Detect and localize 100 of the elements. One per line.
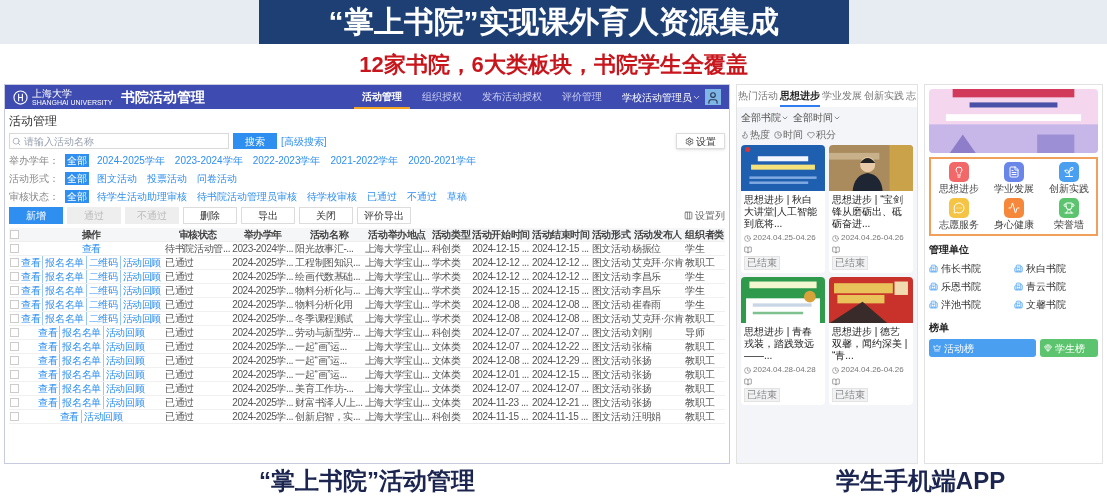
- search-field[interactable]: 请输入活动名称: [9, 133, 229, 149]
- user-menu[interactable]: 学校活动管理员: [622, 89, 701, 105]
- sort-option[interactable]: 热度: [741, 127, 770, 142]
- shortcut-button[interactable]: 思想进步: [931, 162, 986, 195]
- row-action-link[interactable]: 报名名单: [42, 312, 86, 325]
- filter-dropdown[interactable]: 全部书院: [741, 110, 789, 125]
- row-checkbox[interactable]: [10, 272, 19, 281]
- row-checkbox[interactable]: [10, 412, 19, 421]
- unit-item[interactable]: 泮池书院: [929, 297, 1014, 312]
- toolbar-button[interactable]: 关闭: [299, 207, 353, 224]
- toolbar-button[interactable]: 删除: [183, 207, 237, 224]
- filter-option[interactable]: 待学生活动助理审核: [95, 189, 189, 203]
- advanced-search-link[interactable]: [高级搜索]: [281, 133, 327, 149]
- row-action-link[interactable]: 查看: [36, 396, 60, 409]
- column-header[interactable]: 操作: [19, 228, 164, 241]
- category-tab[interactable]: 创新实践: [864, 88, 904, 107]
- unit-item[interactable]: 文馨书院: [1013, 297, 1098, 312]
- row-action-link[interactable]: 二维码: [85, 256, 120, 269]
- nav-tab[interactable]: 评价管理: [554, 85, 610, 109]
- shortcut-button[interactable]: 学业发展: [986, 162, 1041, 195]
- row-action-link[interactable]: 查看: [19, 284, 43, 297]
- row-action-link[interactable]: 报名名单: [59, 326, 103, 339]
- filter-option[interactable]: 已通过: [365, 189, 399, 203]
- shortcut-button[interactable]: 身心健康: [986, 198, 1041, 231]
- unit-item[interactable]: 青云书院: [1013, 279, 1098, 294]
- row-action-link[interactable]: 活动回顾: [102, 340, 147, 353]
- column-header[interactable]: 活动类型: [430, 228, 472, 242]
- row-checkbox[interactable]: [10, 398, 19, 407]
- filter-option[interactable]: 问卷活动: [195, 171, 239, 185]
- shortcut-button[interactable]: 创新实践: [1041, 162, 1096, 195]
- row-action-link[interactable]: 报名名单: [59, 368, 103, 381]
- activity-card[interactable]: 思想进步 | 青春戎装，踏践致远——... 2024.04.28-04.28 已结束: [741, 277, 825, 405]
- column-header[interactable]: 活动形式: [590, 228, 632, 242]
- row-action-link[interactable]: 查看: [19, 256, 43, 269]
- settings-button[interactable]: 设置: [676, 133, 725, 149]
- row-action-link[interactable]: 报名名单: [42, 284, 86, 297]
- row-action-link[interactable]: 查看: [36, 340, 60, 353]
- column-header[interactable]: 活动结束时间: [531, 228, 591, 242]
- filter-option[interactable]: 全部: [65, 153, 89, 167]
- category-tab[interactable]: 学业发展: [822, 88, 862, 107]
- row-action-link[interactable]: 活动回顾: [102, 368, 147, 381]
- category-tab[interactable]: 思想进步: [780, 88, 820, 107]
- nav-tab[interactable]: 活动管理: [354, 85, 410, 109]
- column-header[interactable]: 举办学年: [231, 228, 295, 242]
- row-action-link[interactable]: 查看: [36, 382, 60, 395]
- row-action-link[interactable]: 报名名单: [42, 256, 86, 269]
- nav-tab[interactable]: 发布活动授权: [474, 85, 550, 109]
- row-action-link[interactable]: 报名名单: [59, 340, 103, 353]
- row-checkbox[interactable]: [10, 314, 19, 323]
- row-action-link[interactable]: 二维码: [85, 284, 120, 297]
- row-action-link[interactable]: 查看: [19, 298, 43, 311]
- row-checkbox[interactable]: [10, 370, 19, 379]
- filter-option[interactable]: 图文活动: [95, 171, 139, 185]
- filter-option[interactable]: 全部: [65, 171, 89, 185]
- filter-option[interactable]: 待学校审核: [305, 189, 359, 203]
- row-action-link[interactable]: 查看: [36, 368, 60, 381]
- ranking-button[interactable]: 学生榜: [1040, 339, 1098, 357]
- column-settings-button[interactable]: 设置列: [684, 208, 725, 223]
- row-checkbox[interactable]: [10, 328, 19, 337]
- category-tab[interactable]: 志: [906, 88, 916, 107]
- row-action-link[interactable]: 查看: [79, 242, 103, 255]
- nav-tab[interactable]: 组织授权: [414, 85, 470, 109]
- row-checkbox[interactable]: [10, 342, 19, 351]
- row-checkbox[interactable]: [10, 356, 19, 365]
- filter-option[interactable]: 不通过: [405, 189, 439, 203]
- row-action-link[interactable]: 活动回顾: [119, 298, 164, 311]
- filter-option[interactable]: 2022-2023学年: [250, 153, 323, 167]
- column-header[interactable]: 活动发布人: [631, 228, 685, 242]
- row-checkbox[interactable]: [10, 286, 19, 295]
- activity-card[interactable]: 思想进步 | 德艺双馨，闻约深美 | “青... 2024.04.26-04.26 已结束: [829, 277, 913, 405]
- ranking-button[interactable]: 活动榜: [929, 339, 1037, 357]
- unit-item[interactable]: 秋白书院: [1013, 261, 1098, 276]
- activity-card[interactable]: 思想进步 | “宝剑锋从磨砺出、砥砺奋进... 2024.04.26-04.26 已结束: [829, 145, 913, 273]
- avatar-icon[interactable]: [705, 89, 721, 105]
- column-header[interactable]: 活动名称: [294, 228, 364, 242]
- row-action-link[interactable]: 活动回顾: [102, 396, 147, 409]
- filter-option[interactable]: 2021-2022学年: [328, 153, 401, 167]
- filter-option[interactable]: 全部: [65, 189, 89, 203]
- column-header[interactable]: 审核状态: [164, 228, 232, 242]
- toolbar-button[interactable]: 评价导出: [357, 207, 411, 224]
- row-action-link[interactable]: 报名名单: [42, 298, 86, 311]
- row-action-link[interactable]: 查看: [36, 354, 60, 367]
- filter-option[interactable]: 2024-2025学年: [95, 153, 167, 167]
- sort-option[interactable]: 积分: [807, 127, 836, 142]
- toolbar-button[interactable]: 导出: [241, 207, 295, 224]
- row-action-link[interactable]: 报名名单: [59, 382, 103, 395]
- row-action-link[interactable]: 活动回顾: [81, 410, 125, 423]
- row-action-link[interactable]: 二维码: [85, 312, 120, 325]
- search-button[interactable]: 搜索: [233, 133, 277, 149]
- filter-option[interactable]: 2020-2021学年: [406, 153, 479, 167]
- sort-option[interactable]: 时间: [774, 127, 803, 142]
- row-action-link[interactable]: 活动回顾: [102, 382, 147, 395]
- activity-card[interactable]: 思想进步 | 秋白大讲堂|人工智能到底将... 2024.04.25-04.26 已结束: [741, 145, 825, 273]
- row-action-link[interactable]: 二维码: [85, 270, 120, 283]
- filter-option[interactable]: 待书院活动管理员审核: [195, 189, 299, 203]
- shortcut-button[interactable]: 荣誉墙: [1041, 198, 1096, 231]
- row-action-link[interactable]: 活动回顾: [119, 284, 164, 297]
- row-action-link[interactable]: 查看: [19, 312, 43, 325]
- row-checkbox[interactable]: [10, 258, 19, 267]
- row-action-link[interactable]: 活动回顾: [102, 326, 147, 339]
